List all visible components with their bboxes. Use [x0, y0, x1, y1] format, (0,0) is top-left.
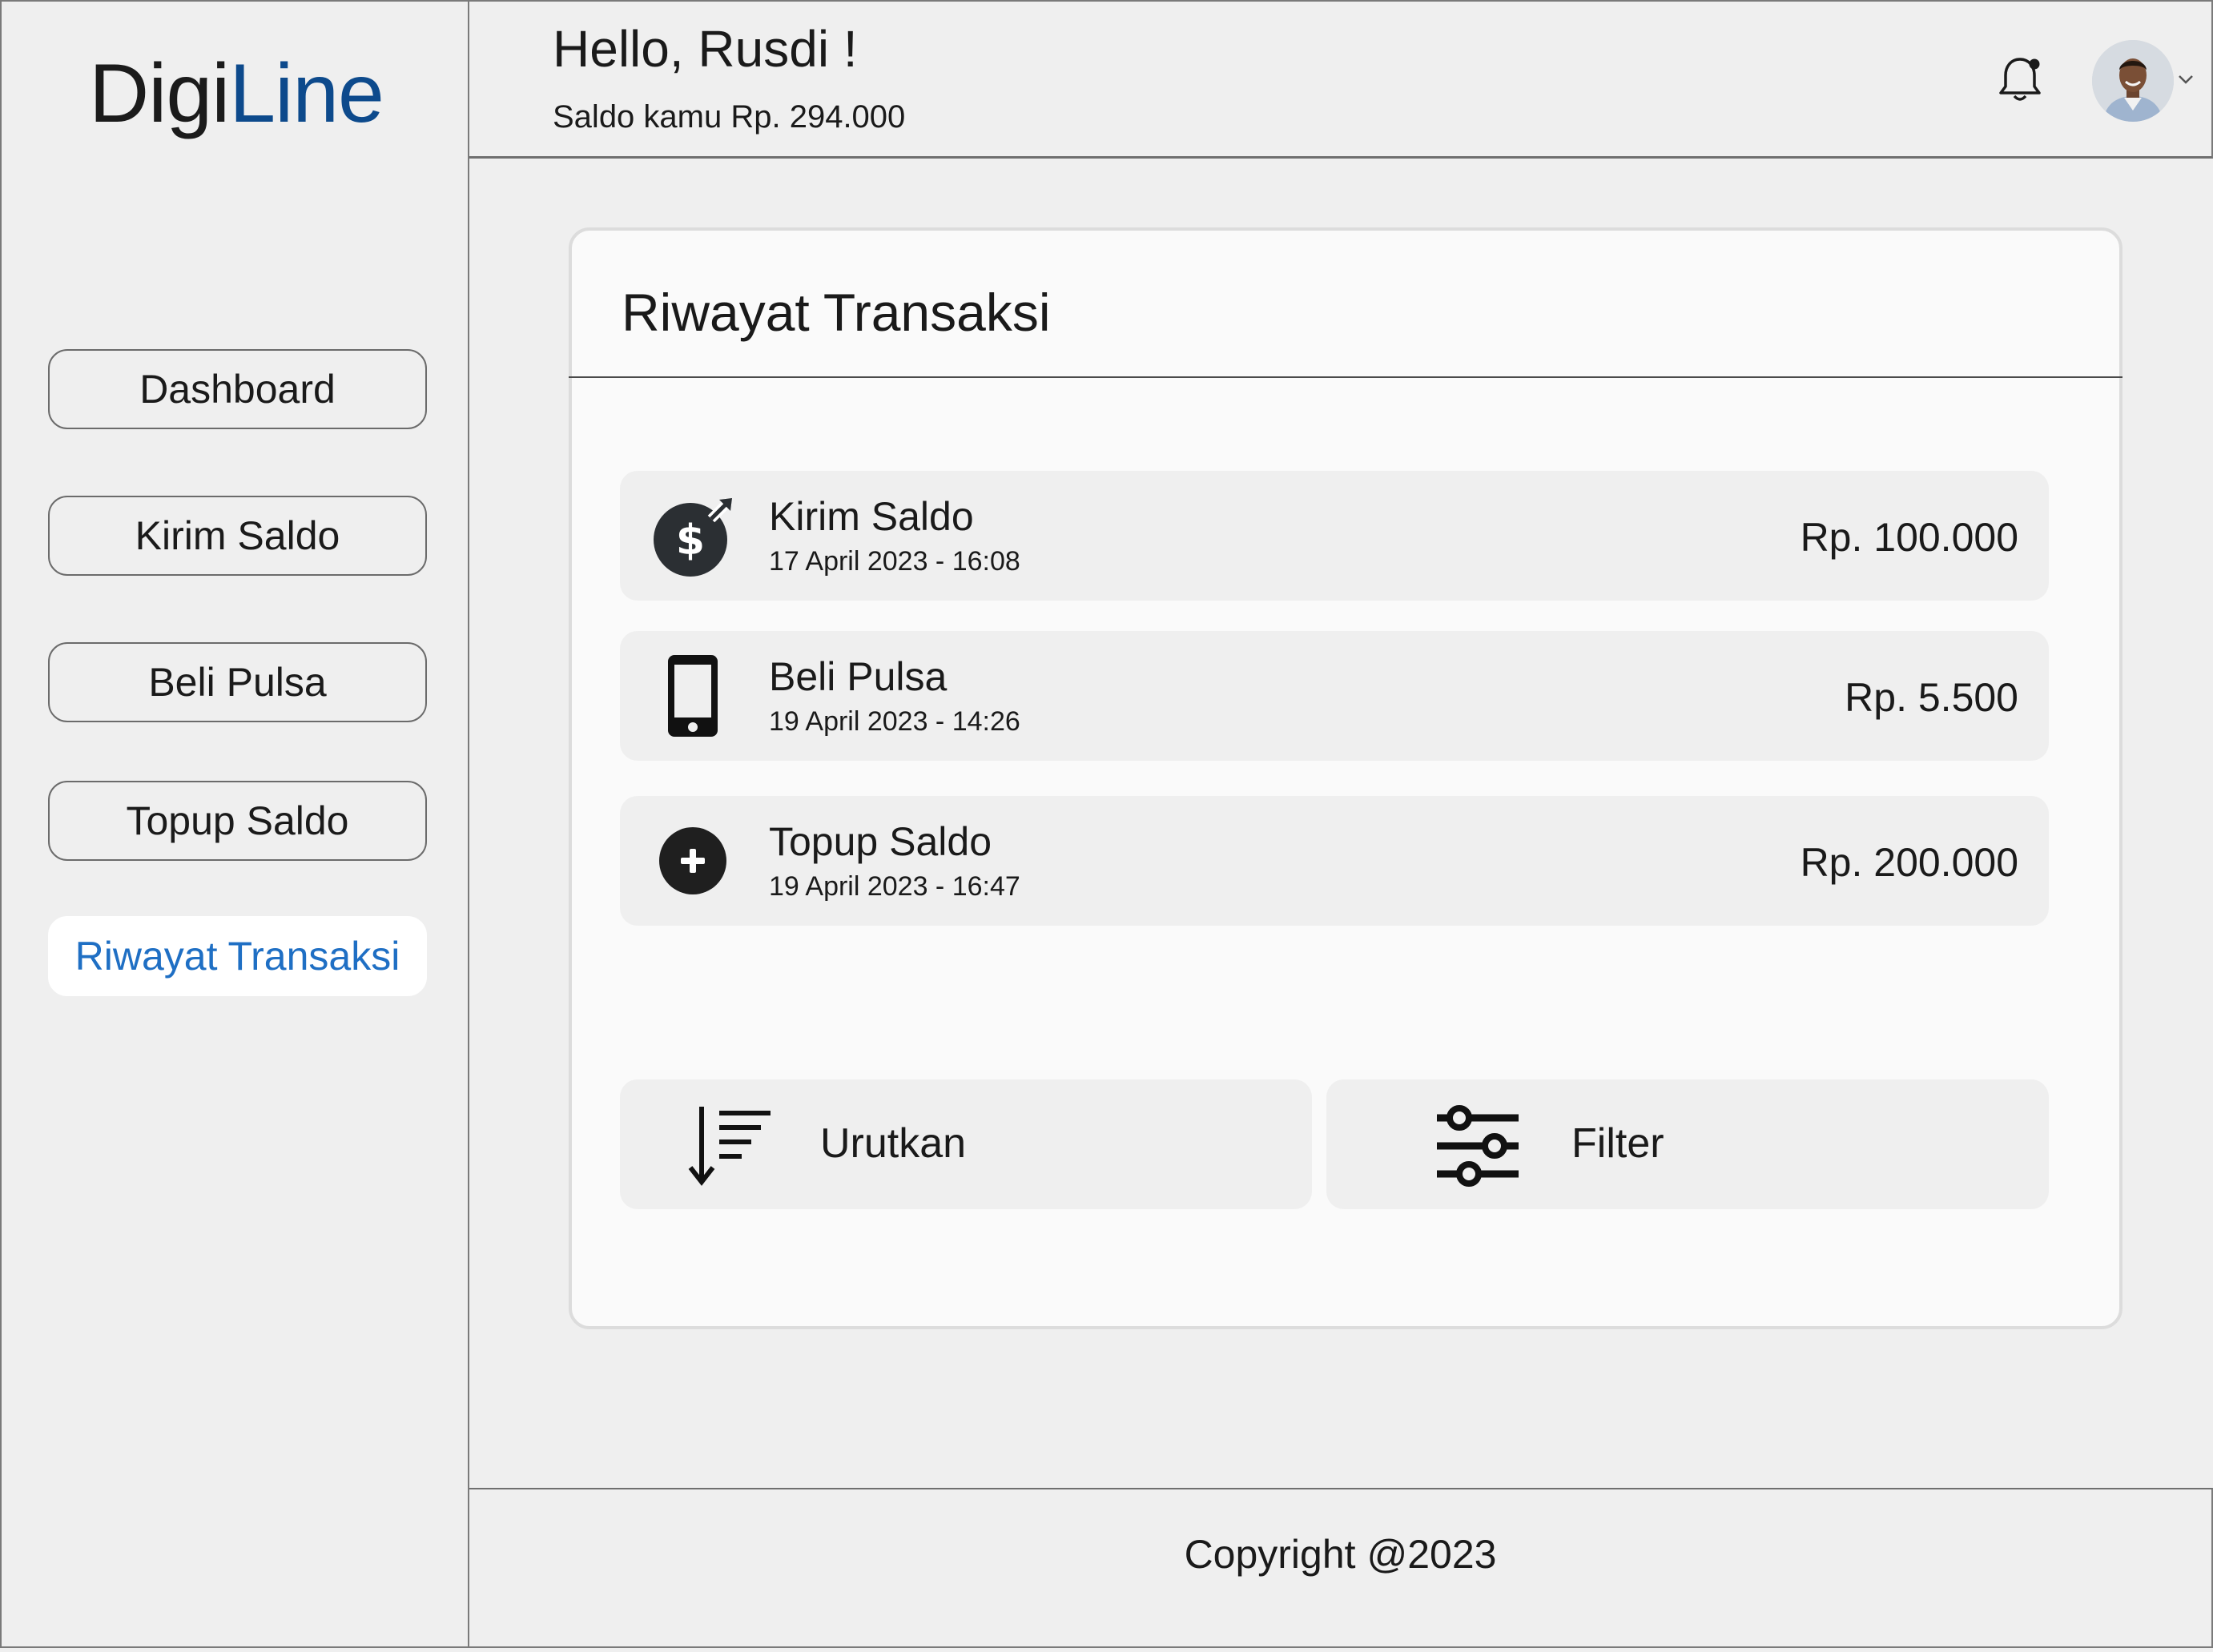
sidebar-item-dashboard[interactable]: Dashboard: [48, 349, 427, 429]
sidebar-item-label: Kirim Saldo: [135, 513, 340, 558]
sidebar-item-riwayat-transaksi[interactable]: Riwayat Transaksi: [48, 916, 427, 996]
phone-icon: [668, 655, 718, 737]
copyright-text: Copyright @2023: [1184, 1532, 1497, 1577]
transaction-history-card: Riwayat Transaksi $ Kirim Saldo 17 April…: [569, 227, 2122, 1329]
sidebar-item-label: Riwayat Transaksi: [74, 934, 400, 979]
svg-text:$: $: [676, 517, 705, 565]
card-title: Riwayat Transaksi: [622, 283, 1051, 342]
avatar[interactable]: [2092, 40, 2174, 122]
greeting-text: Hello, Rusdi !: [553, 20, 858, 78]
transaction-name: Beli Pulsa: [769, 654, 948, 699]
sidebar-item-beli-pulsa[interactable]: Beli Pulsa: [48, 642, 427, 722]
card-divider: [569, 376, 2122, 378]
app-logo: DigiLine: [2, 46, 471, 142]
balance-text: Saldo kamu Rp. 294.000: [553, 99, 906, 135]
sort-descending-icon: [688, 1107, 771, 1186]
plus-circle-icon: [659, 827, 726, 894]
send-money-icon: $: [654, 497, 733, 577]
transaction-item-topup-saldo[interactable]: Topup Saldo 19 April 2023 - 16:47 Rp. 20…: [620, 796, 2049, 926]
sidebar-item-label: Topup Saldo: [126, 798, 349, 843]
transaction-date: 19 April 2023 - 14:26: [769, 706, 1020, 737]
sidebar: DigiLine Dashboard Kirim Saldo Beli Puls…: [0, 0, 469, 1648]
top-header: Hello, Rusdi ! Saldo kamu Rp. 294.000: [469, 0, 2213, 159]
transaction-date: 17 April 2023 - 16:08: [769, 546, 1020, 577]
sidebar-item-topup-saldo[interactable]: Topup Saldo: [48, 781, 427, 861]
sidebar-item-label: Dashboard: [139, 367, 336, 412]
logo-part-2: Line: [229, 47, 384, 140]
sort-button[interactable]: Urutkan: [620, 1079, 1312, 1209]
footer: Copyright @2023: [469, 1488, 2213, 1648]
transaction-date: 19 April 2023 - 16:47: [769, 871, 1020, 902]
transaction-amount: Rp. 200.000: [1800, 840, 2018, 885]
sort-label: Urutkan: [820, 1120, 967, 1167]
avatar-portrait-icon: [2092, 40, 2174, 122]
sidebar-item-kirim-saldo[interactable]: Kirim Saldo: [48, 496, 427, 576]
transaction-name: Topup Saldo: [769, 819, 992, 864]
filter-label: Filter: [1571, 1120, 1664, 1167]
chevron-down-icon[interactable]: [2177, 74, 2195, 85]
transaction-item-beli-pulsa[interactable]: Beli Pulsa 19 April 2023 - 14:26 Rp. 5.5…: [620, 631, 2049, 761]
bell-icon[interactable]: [1991, 51, 2049, 109]
filter-button[interactable]: Filter: [1326, 1079, 2049, 1209]
transaction-name: Kirim Saldo: [769, 494, 974, 539]
filter-sliders-icon: [1437, 1105, 1519, 1187]
logo-part-1: Digi: [89, 47, 230, 140]
transaction-amount: Rp. 100.000: [1800, 515, 2018, 560]
transaction-item-kirim-saldo[interactable]: $ Kirim Saldo 17 April 2023 - 16:08 Rp. …: [620, 471, 2049, 601]
transaction-amount: Rp. 5.500: [1845, 675, 2018, 720]
sidebar-item-label: Beli Pulsa: [148, 660, 327, 705]
